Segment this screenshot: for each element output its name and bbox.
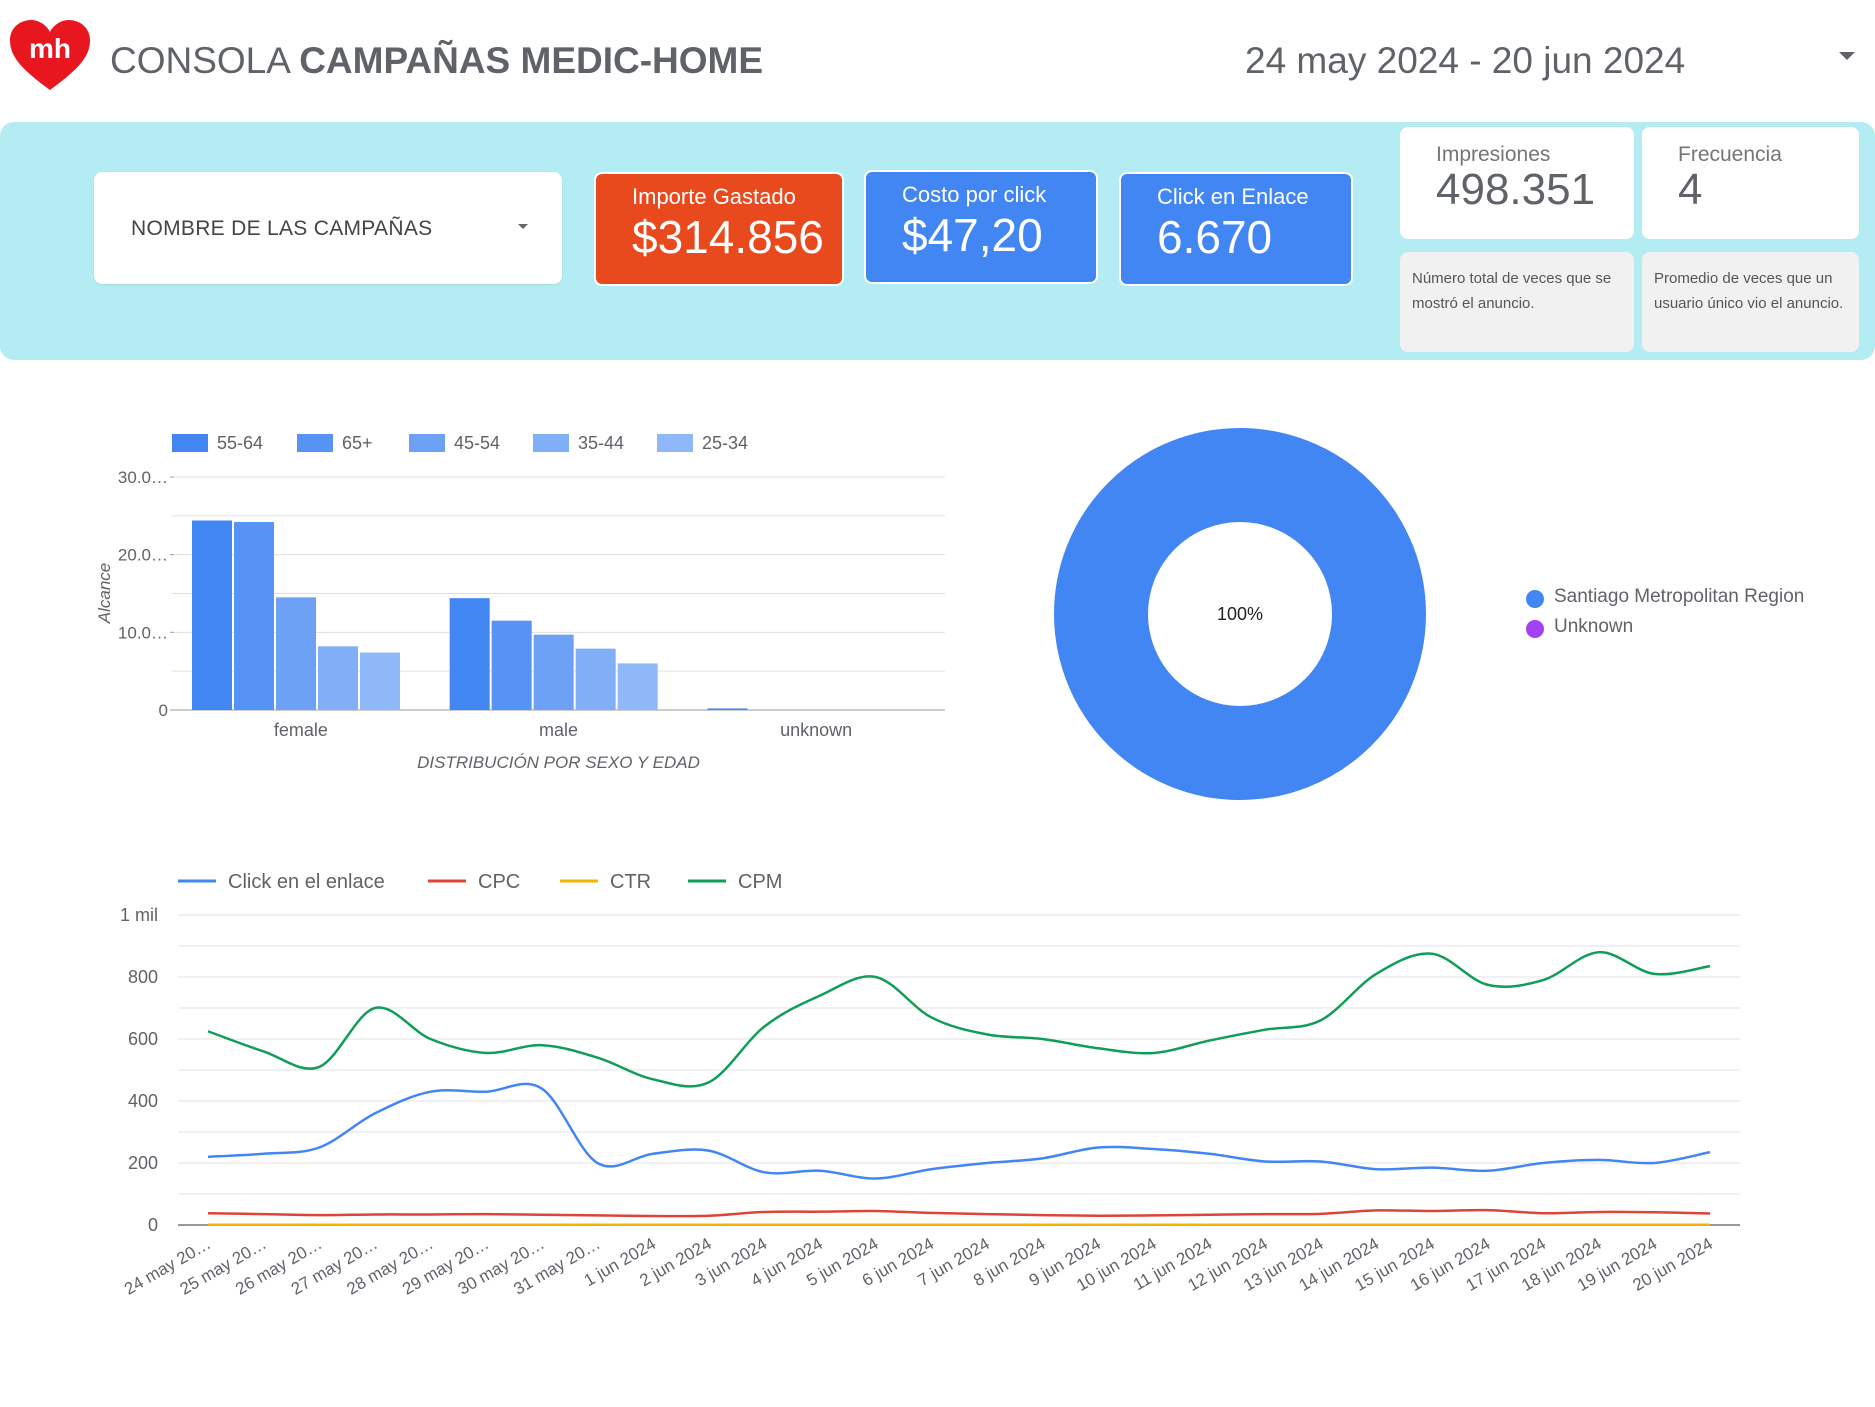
- legend-label: CTR: [610, 871, 651, 893]
- kpi-label: Click en Enlace: [1157, 184, 1309, 209]
- bar: [449, 598, 490, 710]
- x-axis-title: DISTRIBUCIÓN POR SEXO Y EDAD: [417, 753, 700, 772]
- donut-center-label: 100%: [1217, 604, 1263, 624]
- stat-value: 4: [1678, 165, 1703, 214]
- legend-swatch: [533, 434, 569, 452]
- date-range-picker[interactable]: 24 may 2024 - 20 jun 2024: [1245, 38, 1865, 84]
- legend-label: 45-54: [454, 433, 500, 453]
- series-line: [207, 1082, 1711, 1180]
- kpi-label: Importe Gastado: [632, 184, 796, 209]
- y-tick-label: 400: [128, 1091, 158, 1111]
- legend-label: Santiago Metropolitan Region: [1554, 586, 1805, 607]
- legend-label: CPM: [738, 871, 782, 893]
- y-tick-label: 0: [148, 1215, 158, 1235]
- kpi-label: Costo por click: [902, 182, 1047, 207]
- legend-label: CPC: [478, 871, 520, 893]
- medic-home-logo: mh: [10, 20, 90, 92]
- stat-frecuencia-description: Promedio de veces que un usuario único v…: [1642, 252, 1859, 352]
- y-tick-label: 800: [128, 967, 158, 987]
- stat-impresiones-description: Número total de veces que se mostró el a…: [1400, 252, 1634, 352]
- bar: [707, 708, 748, 710]
- date-range-text: 24 may 2024 - 20 jun 2024: [1245, 40, 1686, 81]
- y-tick-label: 1 mil: [120, 905, 158, 925]
- series-line: [207, 950, 1711, 1088]
- bar: [318, 646, 358, 710]
- kpi-value: $47,20: [902, 209, 1043, 261]
- age-gender-bar-chart: 55-64 65+ 45-54 35-44 25-34 0 10.0… 20.0… 30.0… A…: [95, 433, 945, 772]
- legend-label: 55-64: [217, 433, 263, 453]
- stat-frecuencia: Frecuencia 4: [1642, 127, 1859, 239]
- legend-swatch: [297, 434, 333, 452]
- page-title-bold: CAMPAÑAS MEDIC-HOME: [299, 40, 764, 81]
- y-axis-title: Alcance: [95, 563, 114, 624]
- legend-swatch: [409, 434, 445, 452]
- kpi-value: $314.856: [632, 211, 824, 263]
- stat-value: 498.351: [1436, 165, 1596, 214]
- kpi-importe-gastado: Importe Gastado $314.856: [594, 172, 844, 286]
- region-legend: Santiago Metropolitan Region Unknown: [1526, 584, 1866, 644]
- region-donut-chart: 100%: [1054, 428, 1426, 800]
- bar: [234, 522, 274, 710]
- logo-text: mh: [29, 33, 71, 64]
- series-line: [207, 1208, 1711, 1218]
- page-title-prefix: CONSOLA: [110, 40, 300, 81]
- daily-metrics-line-chart: Click en el enlace CPC CTR CPM 0 200 400 600 800…: [120, 871, 1740, 1299]
- kpi-costo-por-click: Costo por click $47,20: [864, 170, 1098, 284]
- legend-label: Unknown: [1554, 616, 1634, 637]
- kpi-value: 6.670: [1157, 211, 1273, 263]
- bar: [617, 663, 658, 710]
- bar: [575, 648, 616, 710]
- bar: [276, 597, 316, 710]
- bar: [192, 520, 232, 710]
- legend-item: Unknown: [1526, 614, 1866, 644]
- campaign-filter-dropdown[interactable]: NOMBRE DE LAS CAMPAÑAS: [94, 172, 562, 284]
- bar: [360, 652, 400, 710]
- y-tick-label: 30.0…: [118, 468, 168, 487]
- dropdown-arrow-icon: [1839, 52, 1855, 60]
- legend-label: 25-34: [702, 433, 748, 453]
- legend-label: 35-44: [578, 433, 624, 453]
- x-tick-label: unknown: [780, 720, 852, 740]
- legend-item: Santiago Metropolitan Region: [1526, 584, 1866, 614]
- kpi-click-en-enlace: Click en Enlace 6.670: [1119, 172, 1353, 286]
- dropdown-arrow-icon: [518, 224, 528, 229]
- legend-dot-icon: [1526, 590, 1544, 608]
- stat-impresiones: Impresiones 498.351: [1400, 127, 1634, 239]
- y-tick-label: 0: [159, 701, 168, 720]
- page-title: CONSOLA CAMPAÑAS MEDIC-HOME: [110, 40, 763, 82]
- x-tick-label: female: [274, 720, 328, 740]
- legend-swatch: [172, 434, 208, 452]
- x-tick-label: male: [539, 720, 578, 740]
- y-tick-label: 20.0…: [118, 546, 168, 565]
- y-tick-label: 600: [128, 1029, 158, 1049]
- y-tick-label: 200: [128, 1153, 158, 1173]
- y-tick-label: 10.0…: [118, 623, 168, 642]
- stat-label: Impresiones: [1436, 143, 1551, 166]
- legend-swatch: [657, 434, 693, 452]
- bar: [491, 620, 532, 710]
- campaign-filter-label: NOMBRE DE LAS CAMPAÑAS: [131, 217, 433, 240]
- legend-dot-icon: [1526, 620, 1544, 638]
- legend-label: 65+: [342, 433, 373, 453]
- bar: [533, 634, 574, 710]
- stat-label: Frecuencia: [1678, 143, 1782, 166]
- legend-label: Click en el enlace: [228, 871, 385, 893]
